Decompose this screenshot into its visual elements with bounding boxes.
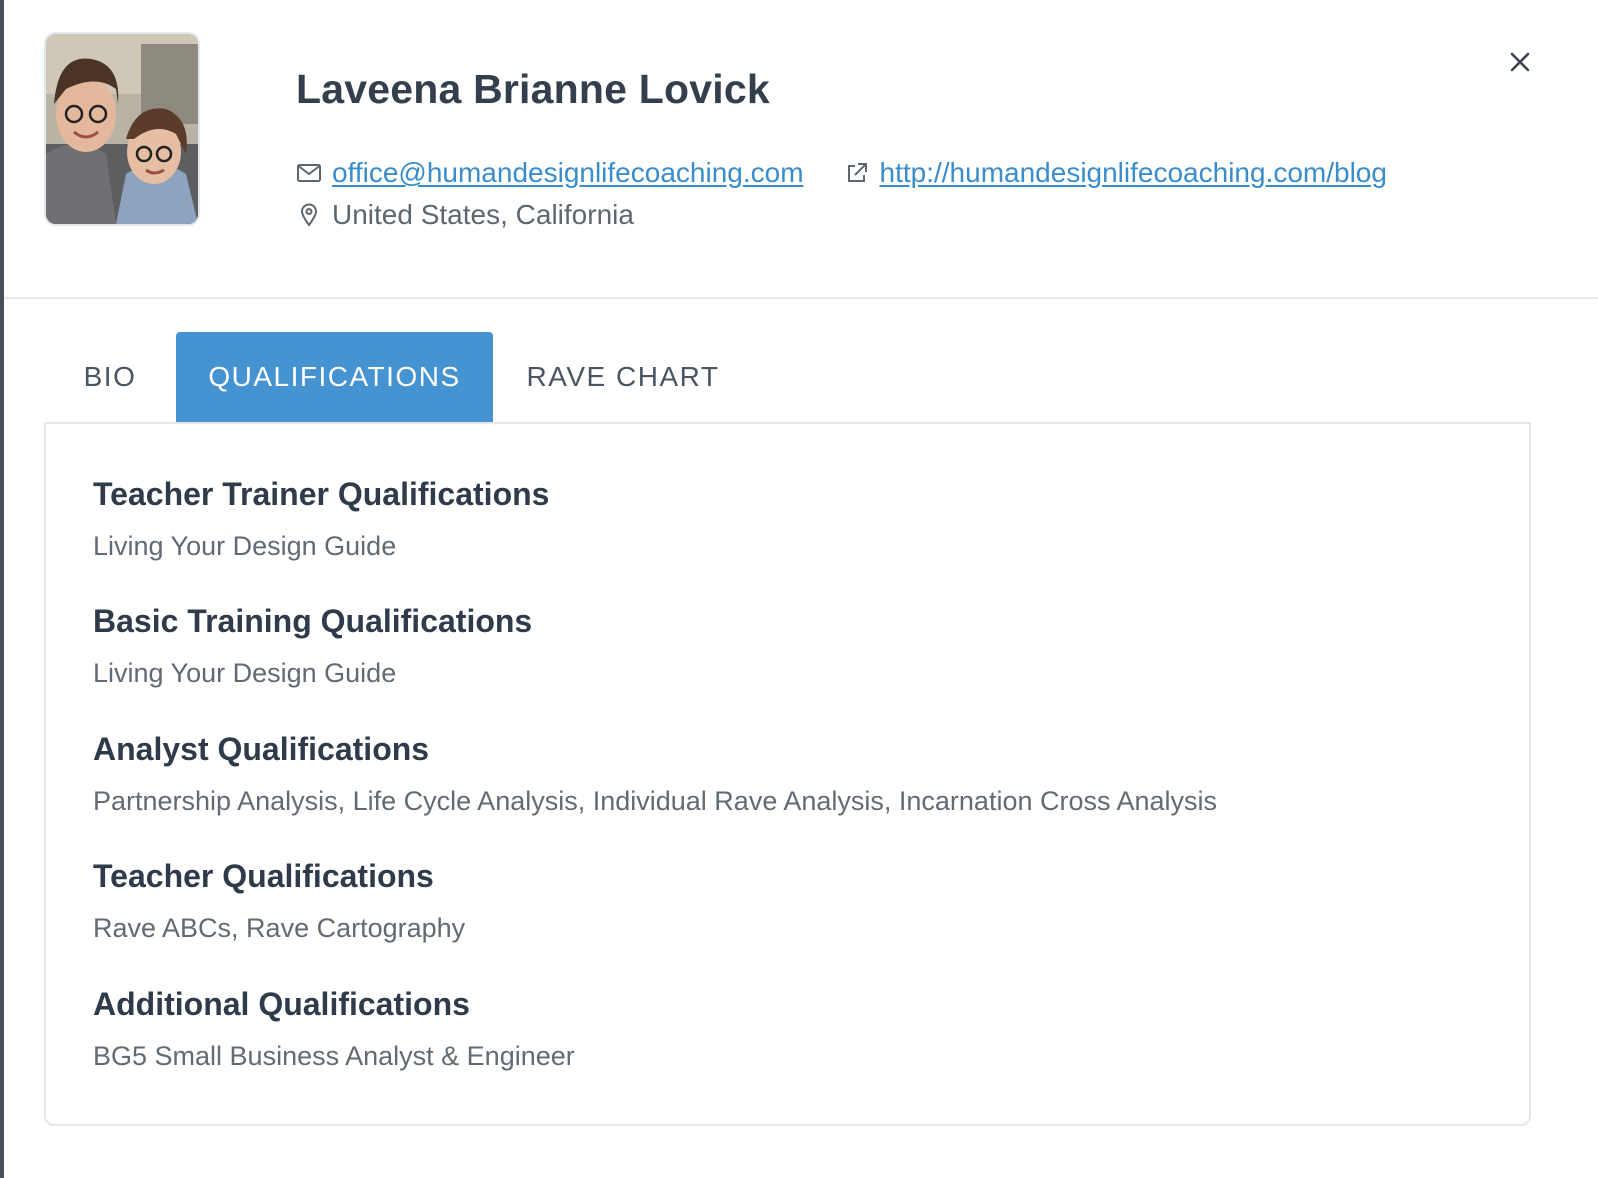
location-contact: United States, California [296,199,634,231]
profile-modal: Laveena Brianne Lovick office@humandesig… [4,0,1598,1178]
qualification-value: Rave ABCs, Rave Cartography [93,913,466,943]
qualification-value: Living Your Design Guide [93,658,397,688]
map-pin-icon [296,202,322,228]
contact-row: office@humandesignlifecoaching.com http:… [296,157,1387,189]
external-link-icon [844,160,870,186]
close-button[interactable] [1504,46,1536,78]
location-text: United States, California [332,199,634,230]
avatar [44,32,200,226]
tab-rave-chart[interactable]: RAVE CHART [493,332,753,422]
profile-header: Laveena Brianne Lovick office@humandesig… [4,0,1598,299]
email-contact: office@humandesignlifecoaching.com [296,157,804,189]
qualification-item: Analyst Qualifications Partnership Analy… [93,729,1217,818]
website-contact: http://humandesignlifecoaching.com/blog [844,157,1387,189]
envelope-icon [296,160,322,186]
location-row: United States, California [296,199,634,231]
qualification-item: Additional Qualifications BG5 Small Busi… [93,984,575,1073]
website-link[interactable]: http://humandesignlifecoaching.com/blog [880,157,1387,189]
profile-name: Laveena Brianne Lovick [296,66,770,112]
tab-bar: BIO QUALIFICATIONS RAVE CHART [44,332,753,423]
qualification-item: Teacher Trainer Qualifications Living Yo… [93,474,549,563]
qualification-item: Teacher Qualifications Rave ABCs, Rave C… [93,856,465,945]
qualifications-panel: Teacher Trainer Qualifications Living Yo… [44,422,1531,1126]
qualification-item: Basic Training Qualifications Living You… [93,601,532,690]
qualification-title: Basic Training Qualifications [93,603,533,639]
qualification-title: Teacher Qualifications [93,858,434,894]
email-link[interactable]: office@humandesignlifecoaching.com [332,157,804,189]
qualification-value: Living Your Design Guide [93,531,397,561]
qualification-title: Additional Qualifications [93,986,470,1022]
qualification-value: BG5 Small Business Analyst & Engineer [93,1041,575,1071]
close-icon [1510,52,1530,72]
qualification-value: Partnership Analysis, Life Cycle Analysi… [93,786,1218,816]
tab-qualifications[interactable]: QUALIFICATIONS [176,332,493,422]
qualification-title: Teacher Trainer Qualifications [93,476,550,512]
qualification-title: Analyst Qualifications [93,731,430,767]
tab-bio[interactable]: BIO [44,332,176,422]
